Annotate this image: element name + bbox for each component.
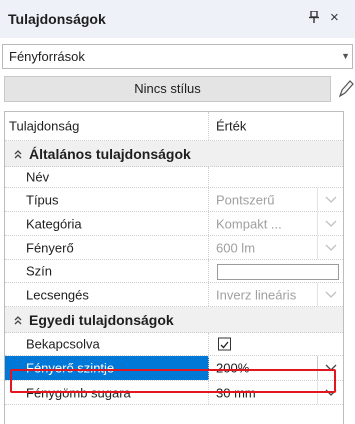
checkbox-icon[interactable]	[218, 337, 231, 351]
row-value[interactable]: 30 mm	[216, 385, 256, 400]
chevron-down-icon	[317, 188, 343, 211]
row-label: Fényerő szintje	[26, 360, 115, 376]
row-bekapcsolva[interactable]: Bekapcsolva	[5, 333, 343, 356]
category-general[interactable]: Általános tulajdonságok	[5, 141, 343, 167]
collapse-chevron-icon[interactable]	[13, 314, 23, 326]
source-dropdown[interactable]: Fényforrások ▼	[2, 44, 353, 69]
row-value[interactable]: 200%	[216, 361, 249, 376]
row-nev[interactable]: Név	[5, 167, 343, 188]
property-grid: Tulajdonság Érték Általános tulajdonságo…	[4, 111, 344, 424]
row-value: Pontszerű	[216, 192, 275, 207]
chevron-down-icon	[317, 236, 343, 259]
chevron-down-icon[interactable]: ▼	[341, 51, 350, 61]
color-swatch[interactable]	[217, 264, 339, 280]
grid-header: Tulajdonság Érték	[5, 112, 343, 141]
row-label: Szín	[26, 263, 53, 279]
category-custom-label: Egyedi tulajdonságok	[29, 311, 174, 328]
row-label: Lecsengés	[26, 287, 89, 302]
chevron-down-icon[interactable]	[317, 381, 343, 404]
row-label: Típus	[26, 192, 59, 207]
row-label: Bekapcsolva	[26, 336, 100, 352]
category-general-label: Általános tulajdonságok	[29, 145, 191, 162]
row-value: Kompakt ...	[216, 216, 282, 231]
properties-panel: Tulajdonságok × Fényforrások ▼ Nincs stí…	[0, 0, 355, 424]
row-szin[interactable]: Szín	[5, 260, 343, 283]
collapse-chevron-icon[interactable]	[13, 148, 23, 160]
chevron-down-icon[interactable]	[317, 356, 343, 380]
header-property: Tulajdonság	[9, 118, 80, 134]
row-fenyero-szintje[interactable]: Fényerő szintje 200%	[5, 356, 343, 381]
chevron-down-icon	[317, 283, 343, 306]
row-value: Inverz lineáris	[216, 287, 297, 302]
style-button[interactable]: Nincs stílus	[4, 76, 331, 102]
row-label: Fényerő	[26, 240, 74, 255]
row-fenyero[interactable]: Fényerő 600 lm	[5, 236, 343, 260]
row-lecsenges[interactable]: Lecsengés Inverz lineáris	[5, 283, 343, 307]
row-tipus[interactable]: Típus Pontszerű	[5, 188, 343, 212]
pencil-icon[interactable]	[335, 77, 355, 101]
row-kategoria[interactable]: Kategória Kompakt ...	[5, 212, 343, 236]
row-label: Fénygömb sugara	[26, 385, 131, 400]
header-value: Érték	[216, 118, 247, 134]
source-dropdown-value: Fényforrások	[9, 49, 85, 64]
close-icon[interactable]: ×	[330, 9, 339, 26]
chevron-down-icon	[317, 212, 343, 235]
row-value: 600 lm	[216, 240, 256, 255]
panel-title: Tulajdonságok	[8, 11, 106, 27]
row-label: Név	[26, 169, 50, 185]
panel-titlebar: Tulajdonságok ×	[0, 0, 355, 38]
row-label: Kategória	[26, 216, 82, 231]
row-fenygomb-sugara[interactable]: Fénygömb sugara 30 mm	[5, 381, 343, 405]
pin-icon[interactable]	[309, 10, 319, 26]
category-custom[interactable]: Egyedi tulajdonságok	[5, 307, 343, 333]
